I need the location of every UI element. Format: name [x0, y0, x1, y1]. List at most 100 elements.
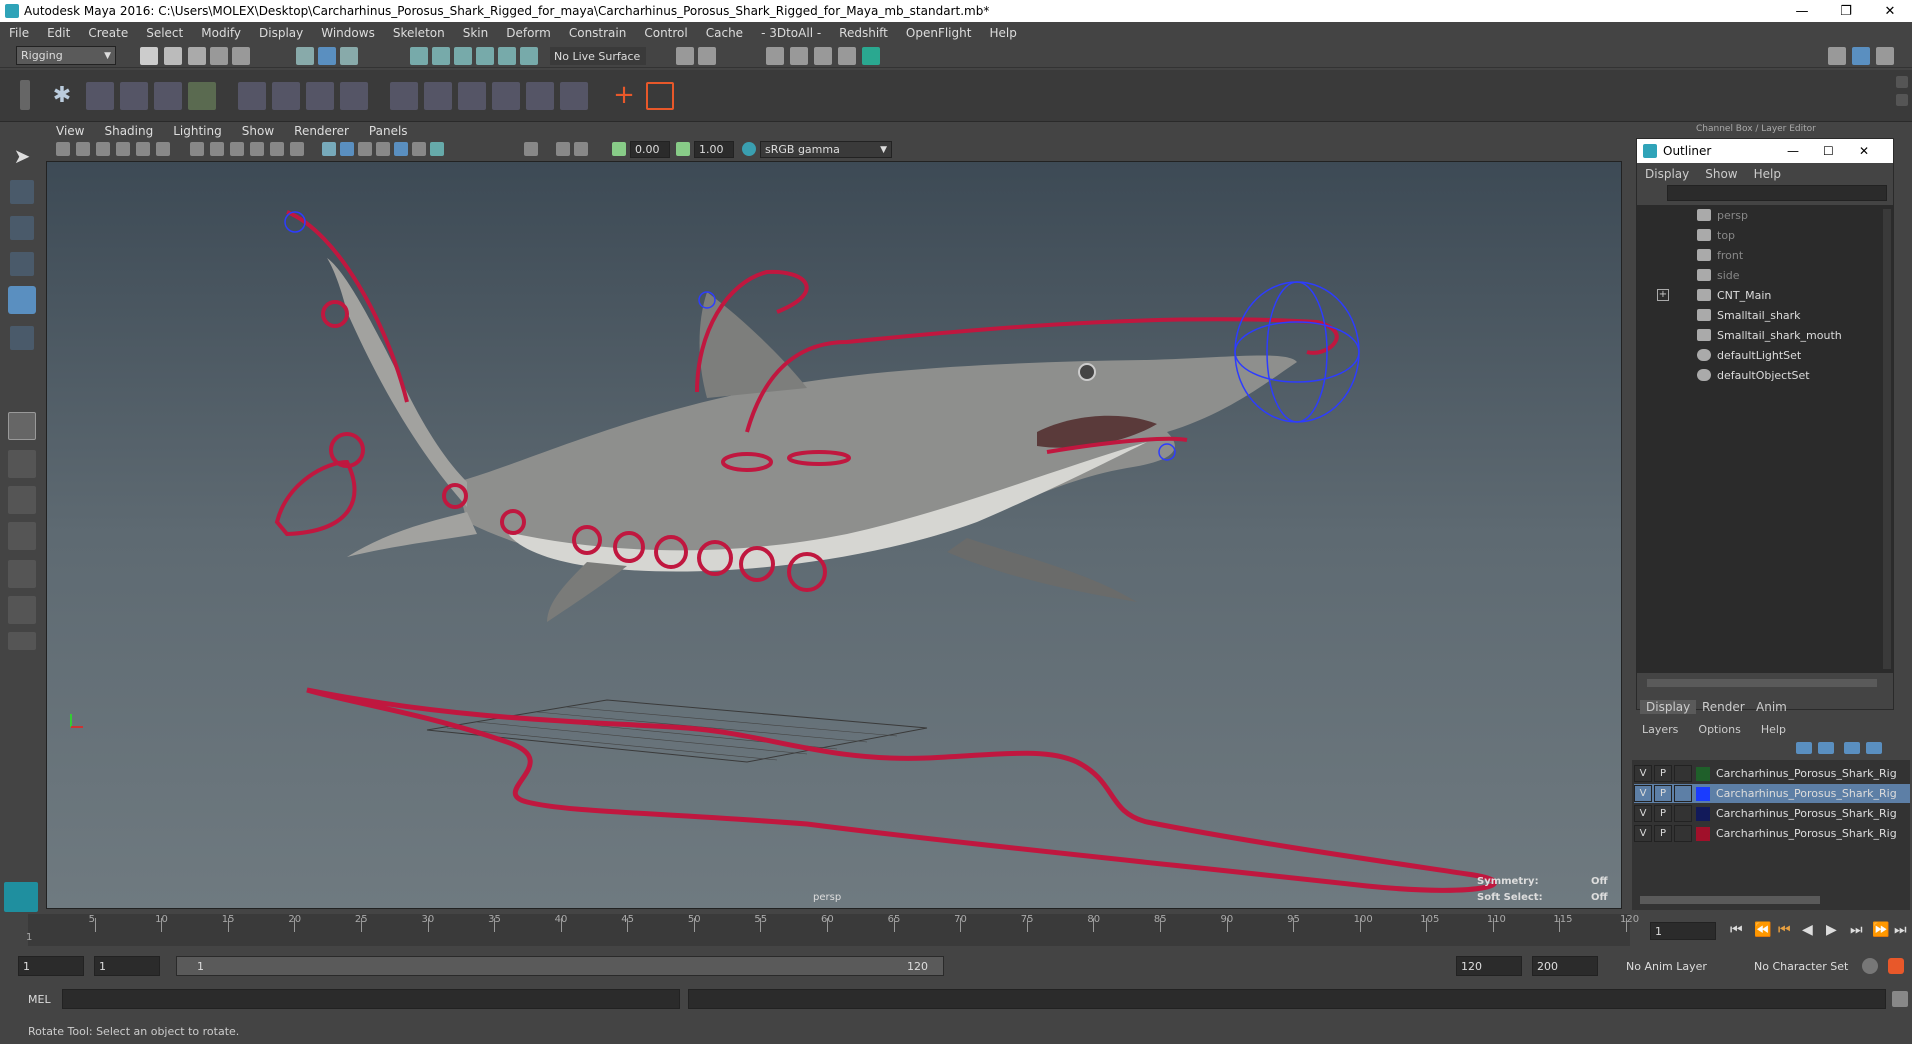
playback-end-field[interactable]: 120: [1456, 956, 1522, 976]
outliner-maximize-button[interactable]: ☐: [1823, 144, 1834, 158]
layer-playback-toggle[interactable]: P: [1654, 785, 1672, 802]
lattice-icon[interactable]: [306, 82, 334, 110]
layer-visibility-toggle[interactable]: V: [1634, 785, 1652, 802]
menu-deform[interactable]: Deform: [497, 26, 560, 40]
parent-constraint-icon[interactable]: [390, 82, 418, 110]
outliner-item[interactable]: side: [1697, 265, 1740, 285]
menu-modify[interactable]: Modify: [192, 26, 250, 40]
paint-weights-icon[interactable]: [272, 82, 300, 110]
preferences-icon[interactable]: [1888, 958, 1904, 974]
four-view-layout-icon[interactable]: [8, 450, 36, 478]
outliner-menu-help[interactable]: Help: [1746, 167, 1789, 181]
panel-menu-renderer[interactable]: Renderer: [284, 124, 359, 138]
ik-spline-icon[interactable]: [120, 82, 148, 110]
menu-control[interactable]: Control: [635, 26, 696, 40]
layer-display-type[interactable]: [1674, 805, 1692, 822]
step-back-key-icon[interactable]: ⏮: [1778, 922, 1791, 938]
gamma-field[interactable]: 1.00: [694, 141, 734, 158]
menu-file[interactable]: File: [0, 26, 38, 40]
undo-icon[interactable]: [210, 47, 228, 65]
move-layer-down-icon[interactable]: [1818, 742, 1834, 754]
new-layer-icon[interactable]: [1844, 742, 1860, 754]
use-all-lights-icon[interactable]: [394, 142, 408, 156]
snap-grid-icon[interactable]: [410, 47, 428, 65]
render-view-icon[interactable]: [766, 47, 784, 65]
layer-tab-display[interactable]: Display: [1640, 700, 1697, 714]
persp-outliner-layout-icon[interactable]: [8, 486, 36, 514]
step-back-icon[interactable]: ⏪: [1754, 922, 1771, 938]
layer-color-swatch[interactable]: [1696, 766, 1710, 781]
output-ops-icon[interactable]: [698, 47, 716, 65]
play-forwards-icon[interactable]: ▶: [1826, 922, 1837, 938]
outliner-item[interactable]: defaultObjectSet: [1697, 365, 1810, 385]
character-set-dropdown[interactable]: No Character Set: [1750, 956, 1862, 976]
select-tool-icon[interactable]: ➤: [10, 144, 34, 168]
scale-tool-icon[interactable]: [10, 326, 34, 350]
snap-point-icon[interactable]: [454, 47, 472, 65]
xray-joints-icon[interactable]: [574, 142, 588, 156]
outliner-menu-display[interactable]: Display: [1637, 167, 1697, 181]
outliner-minimize-button[interactable]: —: [1787, 144, 1799, 158]
outliner-item[interactable]: front: [1697, 245, 1743, 265]
layer-row[interactable]: V P Carcharhinus_Porosus_Shark_Rig: [1634, 824, 1910, 843]
scene-start-field[interactable]: 1: [18, 956, 84, 976]
render-settings-icon[interactable]: [838, 47, 856, 65]
script-editor-icon[interactable]: [1892, 991, 1908, 1007]
point-constraint-icon[interactable]: [424, 82, 452, 110]
textured-icon[interactable]: [376, 142, 390, 156]
menu-edit[interactable]: Edit: [38, 26, 79, 40]
layer-playback-toggle[interactable]: P: [1654, 805, 1672, 822]
camera-select-icon[interactable]: [56, 142, 70, 156]
hypershade-icon[interactable]: [862, 47, 880, 65]
layer-menu-help[interactable]: Help: [1751, 723, 1796, 736]
insert-joint-icon[interactable]: [154, 82, 182, 110]
exposure-field[interactable]: 0.00: [630, 141, 670, 158]
new-layer-selected-icon[interactable]: [1866, 742, 1882, 754]
layer-visibility-toggle[interactable]: V: [1634, 805, 1652, 822]
outliner-item[interactable]: Smalltail_shark: [1697, 305, 1801, 325]
panel-menu-panels[interactable]: Panels: [359, 124, 418, 138]
auto-key-icon[interactable]: [1862, 958, 1878, 974]
gate-mask-icon[interactable]: [250, 142, 264, 156]
menu-display[interactable]: Display: [250, 26, 312, 40]
ambient-occlusion-icon[interactable]: [430, 142, 444, 156]
isolate-select-icon[interactable]: [524, 142, 538, 156]
layer-row-selected[interactable]: V P Carcharhinus_Porosus_Shark_Rig: [1634, 784, 1910, 803]
select-hierarchy-icon[interactable]: [296, 47, 314, 65]
wireframe-on-shaded-icon[interactable]: [358, 142, 372, 156]
layer-display-type[interactable]: [1674, 785, 1692, 802]
outliner-vertical-scrollbar[interactable]: [1883, 209, 1891, 669]
outliner-item[interactable]: Smalltail_shark_mouth: [1697, 325, 1842, 345]
pole-vector-icon[interactable]: [560, 82, 588, 110]
new-scene-icon[interactable]: [140, 47, 158, 65]
snap-surface-icon[interactable]: [498, 47, 516, 65]
layer-row[interactable]: V P Carcharhinus_Porosus_Shark_Rig: [1634, 764, 1910, 783]
layer-color-swatch[interactable]: [1696, 786, 1710, 801]
locator-icon[interactable]: +: [610, 82, 638, 110]
custom-layout-icon[interactable]: [8, 596, 36, 624]
scene-end-field[interactable]: 200: [1532, 956, 1598, 976]
menu-constrain[interactable]: Constrain: [560, 26, 636, 40]
select-component-icon[interactable]: [340, 47, 358, 65]
layer-tab-render[interactable]: Render: [1702, 700, 1745, 714]
layer-playback-toggle[interactable]: P: [1654, 765, 1672, 782]
restore-button[interactable]: ❐: [1824, 0, 1868, 22]
grease-pencil-icon[interactable]: [156, 142, 170, 156]
command-input[interactable]: [62, 989, 680, 1009]
live-surface-field[interactable]: No Live Surface: [550, 47, 646, 65]
menu-openflight[interactable]: OpenFlight: [897, 26, 981, 40]
perspective-viewport[interactable]: persp Symmetry: Off Soft Select: Off: [46, 161, 1622, 909]
hypershade-layout-icon[interactable]: [8, 560, 36, 588]
tool-settings-toggle-icon[interactable]: [1852, 47, 1870, 65]
layer-horizontal-scrollbar[interactable]: [1640, 896, 1820, 904]
layer-tab-anim[interactable]: Anim: [1756, 700, 1787, 714]
panel-menu-shading[interactable]: Shading: [94, 124, 163, 138]
ik-handle-icon[interactable]: [86, 82, 114, 110]
snap-view-icon[interactable]: [476, 47, 494, 65]
bind-skin-icon[interactable]: [238, 82, 266, 110]
outliner-search-input[interactable]: [1667, 185, 1887, 201]
lasso-tool-icon[interactable]: [10, 180, 34, 204]
set-driven-key-icon[interactable]: [646, 82, 674, 110]
single-perspective-layout-icon[interactable]: [8, 412, 36, 440]
aim-constraint-icon[interactable]: [526, 82, 554, 110]
